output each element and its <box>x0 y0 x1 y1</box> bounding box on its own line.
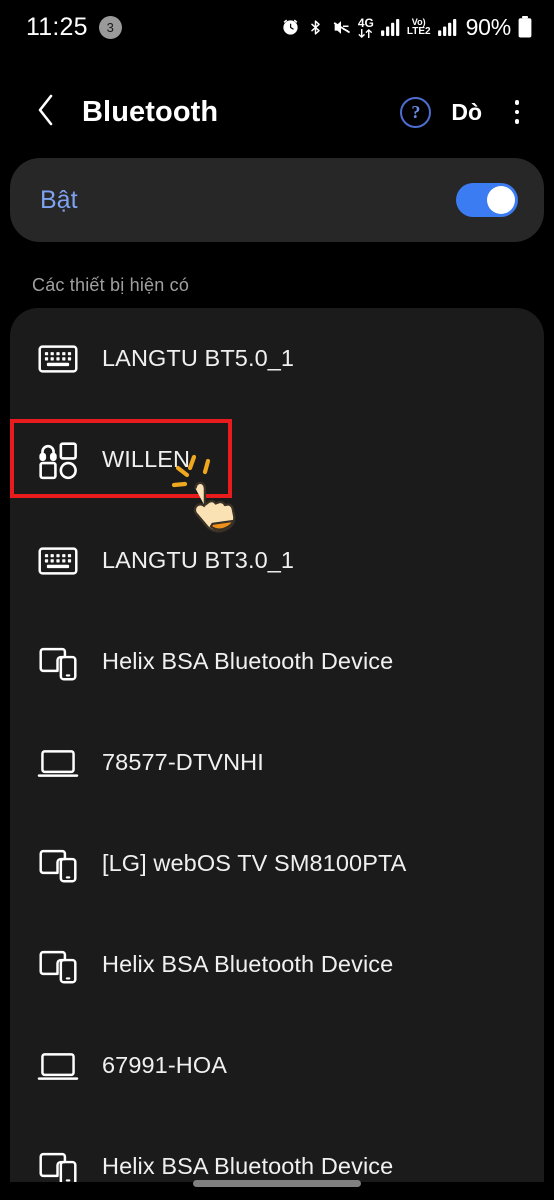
home-gesture-bar[interactable] <box>193 1180 361 1187</box>
help-icon[interactable]: ? <box>400 96 432 128</box>
app-bar-actions: ? Dò <box>400 95 532 129</box>
device-row[interactable]: WILLEN <box>10 409 544 510</box>
more-options-icon[interactable] <box>502 95 532 129</box>
device-name: 67991-HOA <box>102 1052 227 1078</box>
app-bar: Bluetooth ? Dò <box>0 78 554 146</box>
device-name: 78577-DTVNHI <box>102 749 264 775</box>
clock: 11:25 <box>26 12 88 41</box>
kebab-dot <box>514 119 520 124</box>
back-arrow-icon <box>34 93 58 132</box>
device-row[interactable]: 78577-DTVNHI <box>10 712 544 813</box>
4g-data-icon: 4G <box>358 17 374 38</box>
device-row[interactable]: [LG] webOS TV SM8100PTA <box>10 813 544 914</box>
signal-bars-icon <box>437 18 457 36</box>
scan-button[interactable]: Dò <box>451 99 482 126</box>
unknown-device-icon <box>34 436 82 484</box>
multi-device-icon <box>34 840 82 888</box>
laptop-icon <box>34 739 82 787</box>
keyboard-icon <box>34 537 82 585</box>
device-row[interactable]: Helix BSA Bluetooth Device <box>10 914 544 1015</box>
volte-bottom-label: LTE2 <box>406 25 431 37</box>
phone-screen: 11:25 3 4G Vo) LTE2 90% Bluetooth ? Dò B… <box>0 0 554 1200</box>
device-list: LANGTU BT5.0_1 WILLEN LANGTU BT3.0_1 Helix … <box>10 308 544 1182</box>
device-row[interactable]: Helix BSA Bluetooth Device <box>10 611 544 712</box>
4g-label: 4G <box>357 15 374 30</box>
volte2-icon: Vo) LTE2 <box>406 17 431 37</box>
status-bar: 11:25 3 4G Vo) LTE2 90% <box>0 0 554 54</box>
device-name: LANGTU BT5.0_1 <box>102 345 295 371</box>
device-name: Helix BSA Bluetooth Device <box>102 1153 394 1179</box>
bluetooth-toggle-card[interactable]: Bật <box>10 158 544 242</box>
device-row[interactable]: LANGTU BT5.0_1 <box>10 308 544 409</box>
device-name: Helix BSA Bluetooth Device <box>102 951 394 977</box>
device-name: WILLEN <box>102 446 191 472</box>
page-title: Bluetooth <box>82 95 219 128</box>
back-button[interactable] <box>26 92 66 132</box>
multi-device-icon <box>34 638 82 686</box>
status-bar-left: 11:25 3 <box>26 13 122 42</box>
available-devices-label: Các thiết bị hiện có <box>32 275 190 295</box>
device-name: [LG] webOS TV SM8100PTA <box>102 850 407 876</box>
multi-device-icon <box>34 941 82 989</box>
toggle-knob <box>487 186 515 214</box>
laptop-icon <box>34 1042 82 1090</box>
device-row[interactable]: Helix BSA Bluetooth Device <box>10 1116 544 1182</box>
status-bar-right: 4G Vo) LTE2 90% <box>281 14 532 41</box>
kebab-dot <box>514 100 520 105</box>
multi-device-icon <box>34 1143 82 1182</box>
keyboard-icon <box>34 335 82 383</box>
signal-bars-icon <box>380 18 400 36</box>
device-name: Helix BSA Bluetooth Device <box>102 648 394 674</box>
mute-icon <box>331 18 351 37</box>
device-row[interactable]: LANGTU BT3.0_1 <box>10 510 544 611</box>
battery-percentage: 90% <box>465 13 512 40</box>
battery-icon <box>518 16 532 38</box>
bluetooth-toggle-switch[interactable] <box>456 183 518 217</box>
notification-count-badge: 3 <box>98 15 122 39</box>
kebab-dot <box>514 109 520 115</box>
bluetooth-icon <box>307 18 324 37</box>
device-name: LANGTU BT3.0_1 <box>102 547 295 573</box>
bluetooth-state-label: Bật <box>40 185 78 214</box>
device-row[interactable]: 67991-HOA <box>10 1015 544 1116</box>
alarm-icon <box>281 18 300 37</box>
